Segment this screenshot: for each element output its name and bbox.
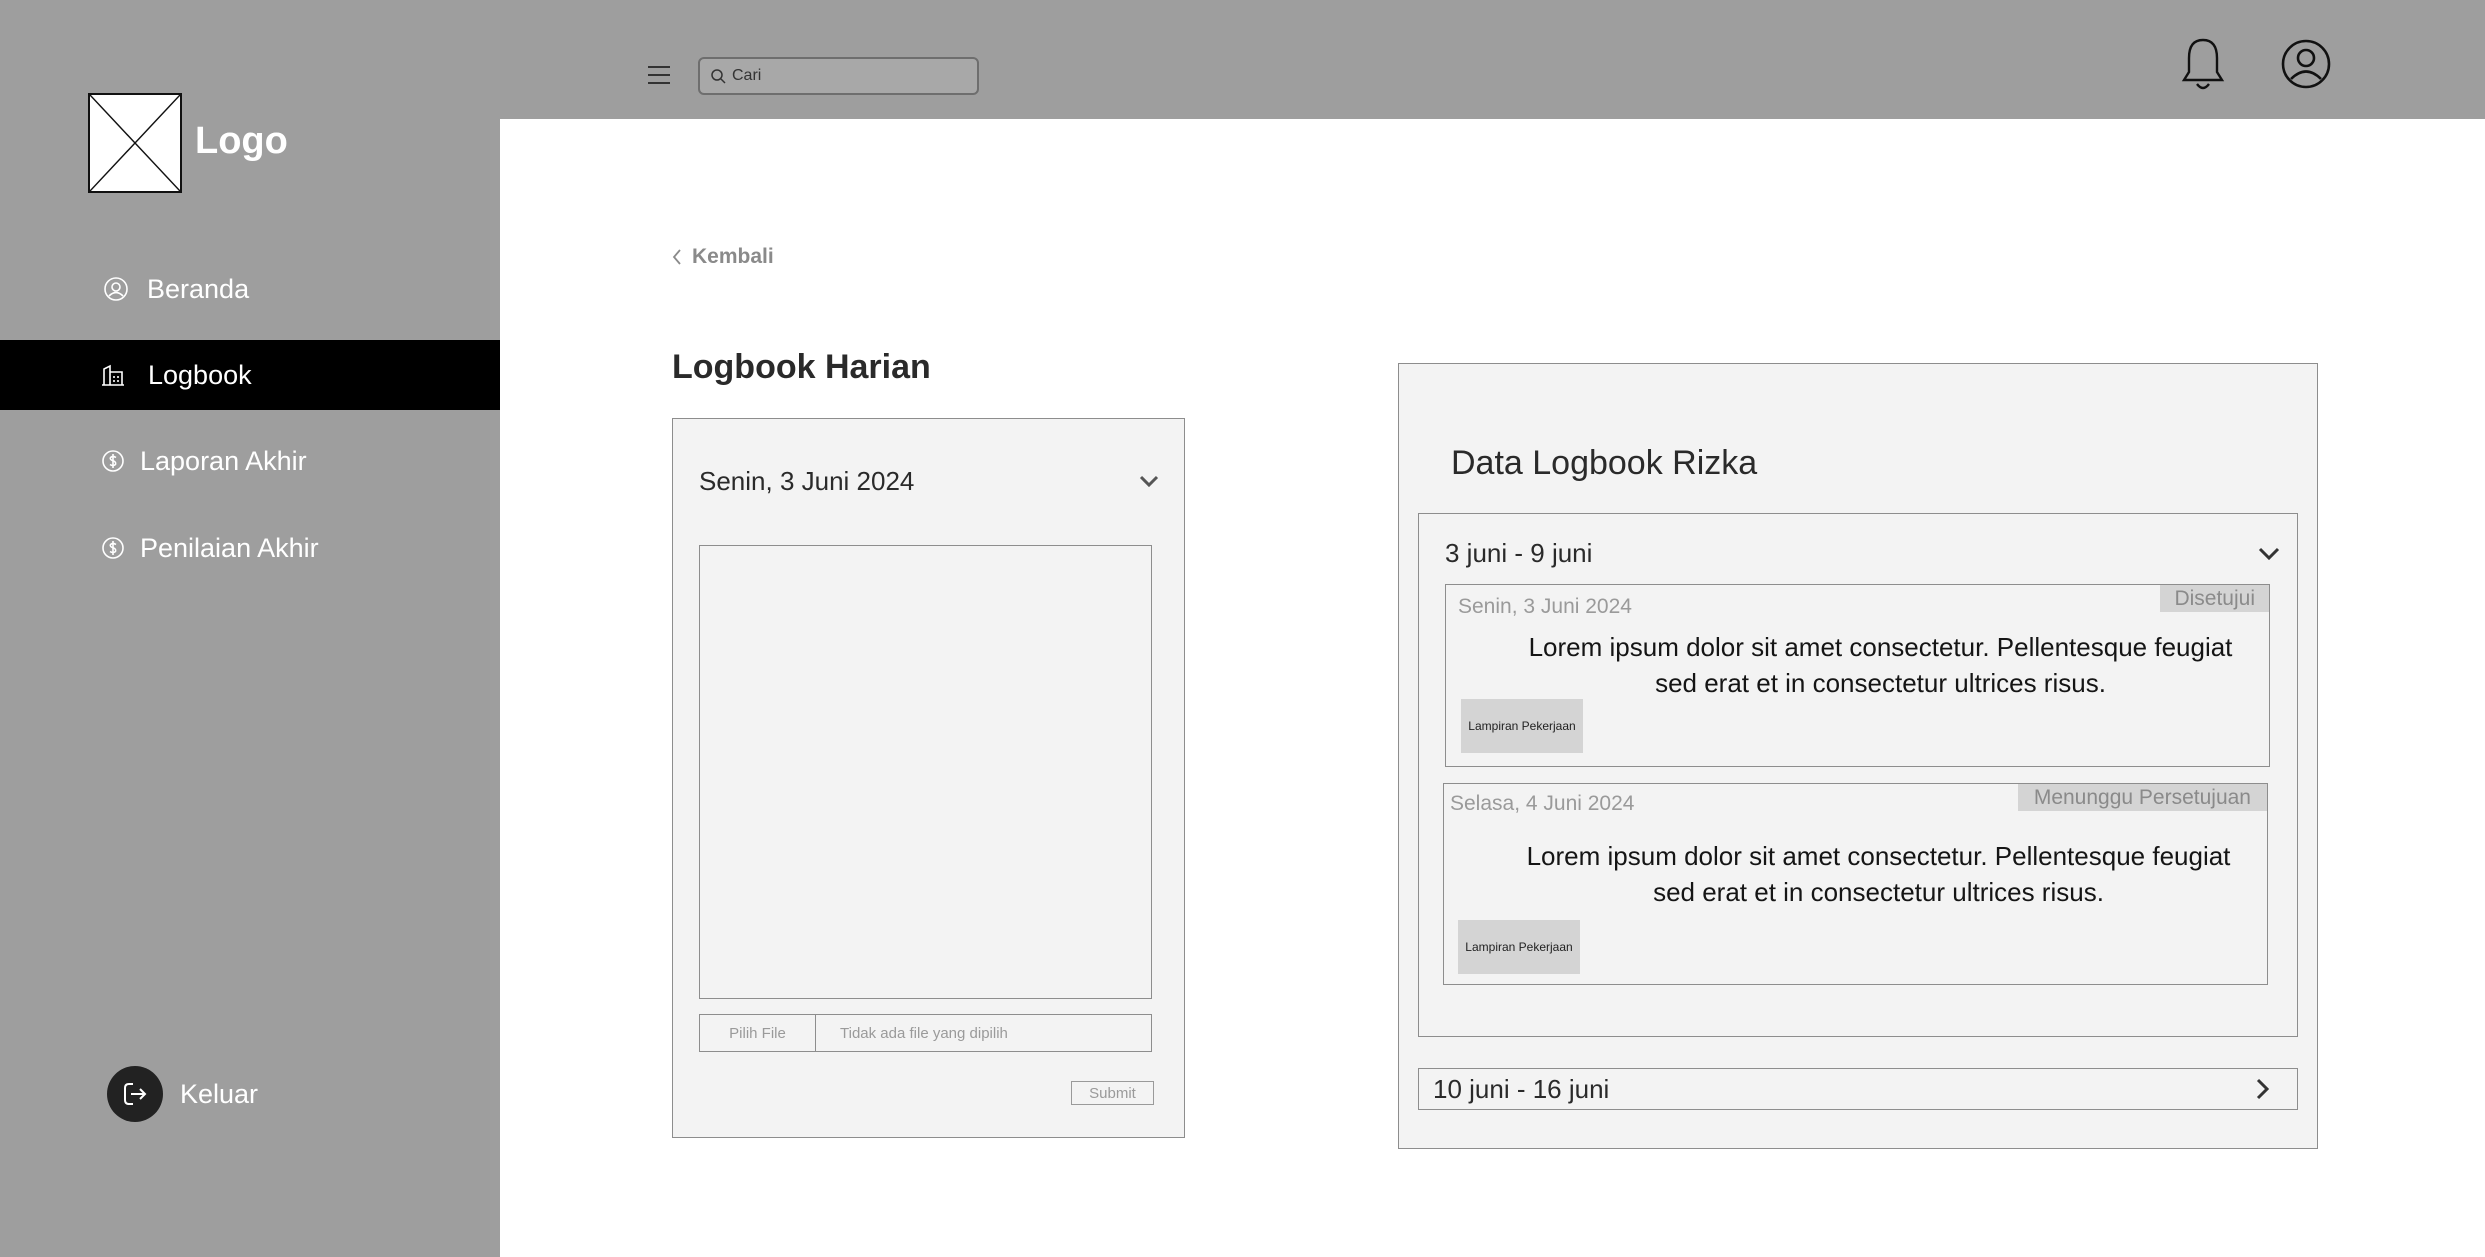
- date-select-value: Senin, 3 Juni 2024: [699, 465, 915, 496]
- logout-icon: [107, 1066, 163, 1122]
- logo-text: Logo: [195, 120, 288, 162]
- logbook-textarea[interactable]: [699, 545, 1152, 999]
- file-input[interactable]: Pilih File Tidak ada file yang dipilih: [699, 1014, 1152, 1052]
- entry-text: Lorem ipsum dolor sit amet consectetur. …: [1526, 841, 2231, 907]
- sidebar-item-laporan-akhir[interactable]: Laporan Akhir: [0, 426, 500, 496]
- logbook-entry: Senin, 3 Juni 2024 Disetujui Lorem ipsum…: [1445, 584, 2270, 767]
- chevron-down-icon: [1139, 475, 1159, 487]
- sidebar-item-logbook[interactable]: Logbook: [0, 340, 500, 410]
- logbook-data-card: Data Logbook Rizka 3 juni - 9 juni Senin…: [1398, 363, 2318, 1149]
- search-input[interactable]: [732, 67, 952, 85]
- logbook-entry: Selasa, 4 Juni 2024 Menunggu Persetujuan…: [1443, 783, 2268, 985]
- sidebar-item-label: Logbook: [148, 359, 252, 390]
- sidebar-item-beranda[interactable]: Beranda: [0, 254, 500, 324]
- dollar-icon: [100, 535, 126, 561]
- sidebar-item-penilaian-akhir[interactable]: Penilaian Akhir: [0, 513, 500, 583]
- dashboard-icon: [103, 276, 129, 302]
- status-badge: Disetujui: [2160, 585, 2269, 612]
- file-status: Tidak ada file yang dipilih: [840, 1024, 1008, 1042]
- back-label: Kembali: [692, 245, 774, 268]
- entry-date: Selasa, 4 Juni 2024: [1450, 792, 1635, 815]
- data-title: Data Logbook Rizka: [1451, 444, 1758, 482]
- logout-label: Keluar: [180, 1078, 259, 1109]
- week-accordion-collapsed[interactable]: 10 juni - 16 juni: [1418, 1068, 2298, 1110]
- chevron-right-icon: [2256, 1078, 2269, 1100]
- logbook-form-card: Senin, 3 Juni 2024 Pilih File Tidak ada …: [672, 418, 1185, 1138]
- week-accordion-header[interactable]: 3 juni - 9 juni: [1445, 538, 2280, 569]
- sidebar-item-label: Penilaian Akhir: [140, 532, 319, 563]
- entry-text: Lorem ipsum dolor sit amet consectetur. …: [1528, 632, 2233, 698]
- search-box[interactable]: [698, 57, 979, 95]
- logout-button[interactable]: Keluar: [107, 1066, 258, 1122]
- logo-placeholder-image: [88, 93, 182, 193]
- submit-button[interactable]: Submit: [1071, 1081, 1154, 1105]
- page-title: Logbook Harian: [672, 348, 931, 386]
- back-link[interactable]: Kembali: [672, 245, 774, 269]
- attachment-button[interactable]: Lampiran Pekerjaan: [1461, 699, 1583, 753]
- week-accordion-open: 3 juni - 9 juni Senin, 3 Juni 2024 Diset…: [1418, 513, 2298, 1037]
- date-select[interactable]: Senin, 3 Juni 2024: [699, 461, 1159, 501]
- week-label: 10 juni - 16 juni: [1433, 1073, 1610, 1104]
- chevron-down-icon: [2258, 547, 2280, 560]
- status-badge: Menunggu Persetujuan: [2017, 784, 2267, 811]
- sidebar-item-label: Beranda: [147, 273, 250, 304]
- choose-file-button[interactable]: Pilih File: [700, 1015, 816, 1051]
- chevron-left-icon: [672, 249, 681, 265]
- sidebar-item-label: Laporan Akhir: [140, 445, 307, 476]
- dollar-icon: [100, 448, 126, 474]
- entry-date: Senin, 3 Juni 2024: [1458, 595, 1632, 618]
- user-profile-icon[interactable]: [2280, 38, 2332, 90]
- topbar: [500, 0, 2485, 119]
- attachment-button[interactable]: Lampiran Pekerjaan: [1458, 920, 1580, 974]
- search-icon: [711, 69, 726, 84]
- building-icon: [100, 362, 126, 388]
- menu-icon[interactable]: [648, 66, 670, 84]
- sidebar: Logo Beranda Logbook Laporan Akhir Penil…: [0, 0, 500, 1257]
- week-label: 3 juni - 9 juni: [1445, 538, 1593, 568]
- bell-icon[interactable]: [2180, 36, 2226, 92]
